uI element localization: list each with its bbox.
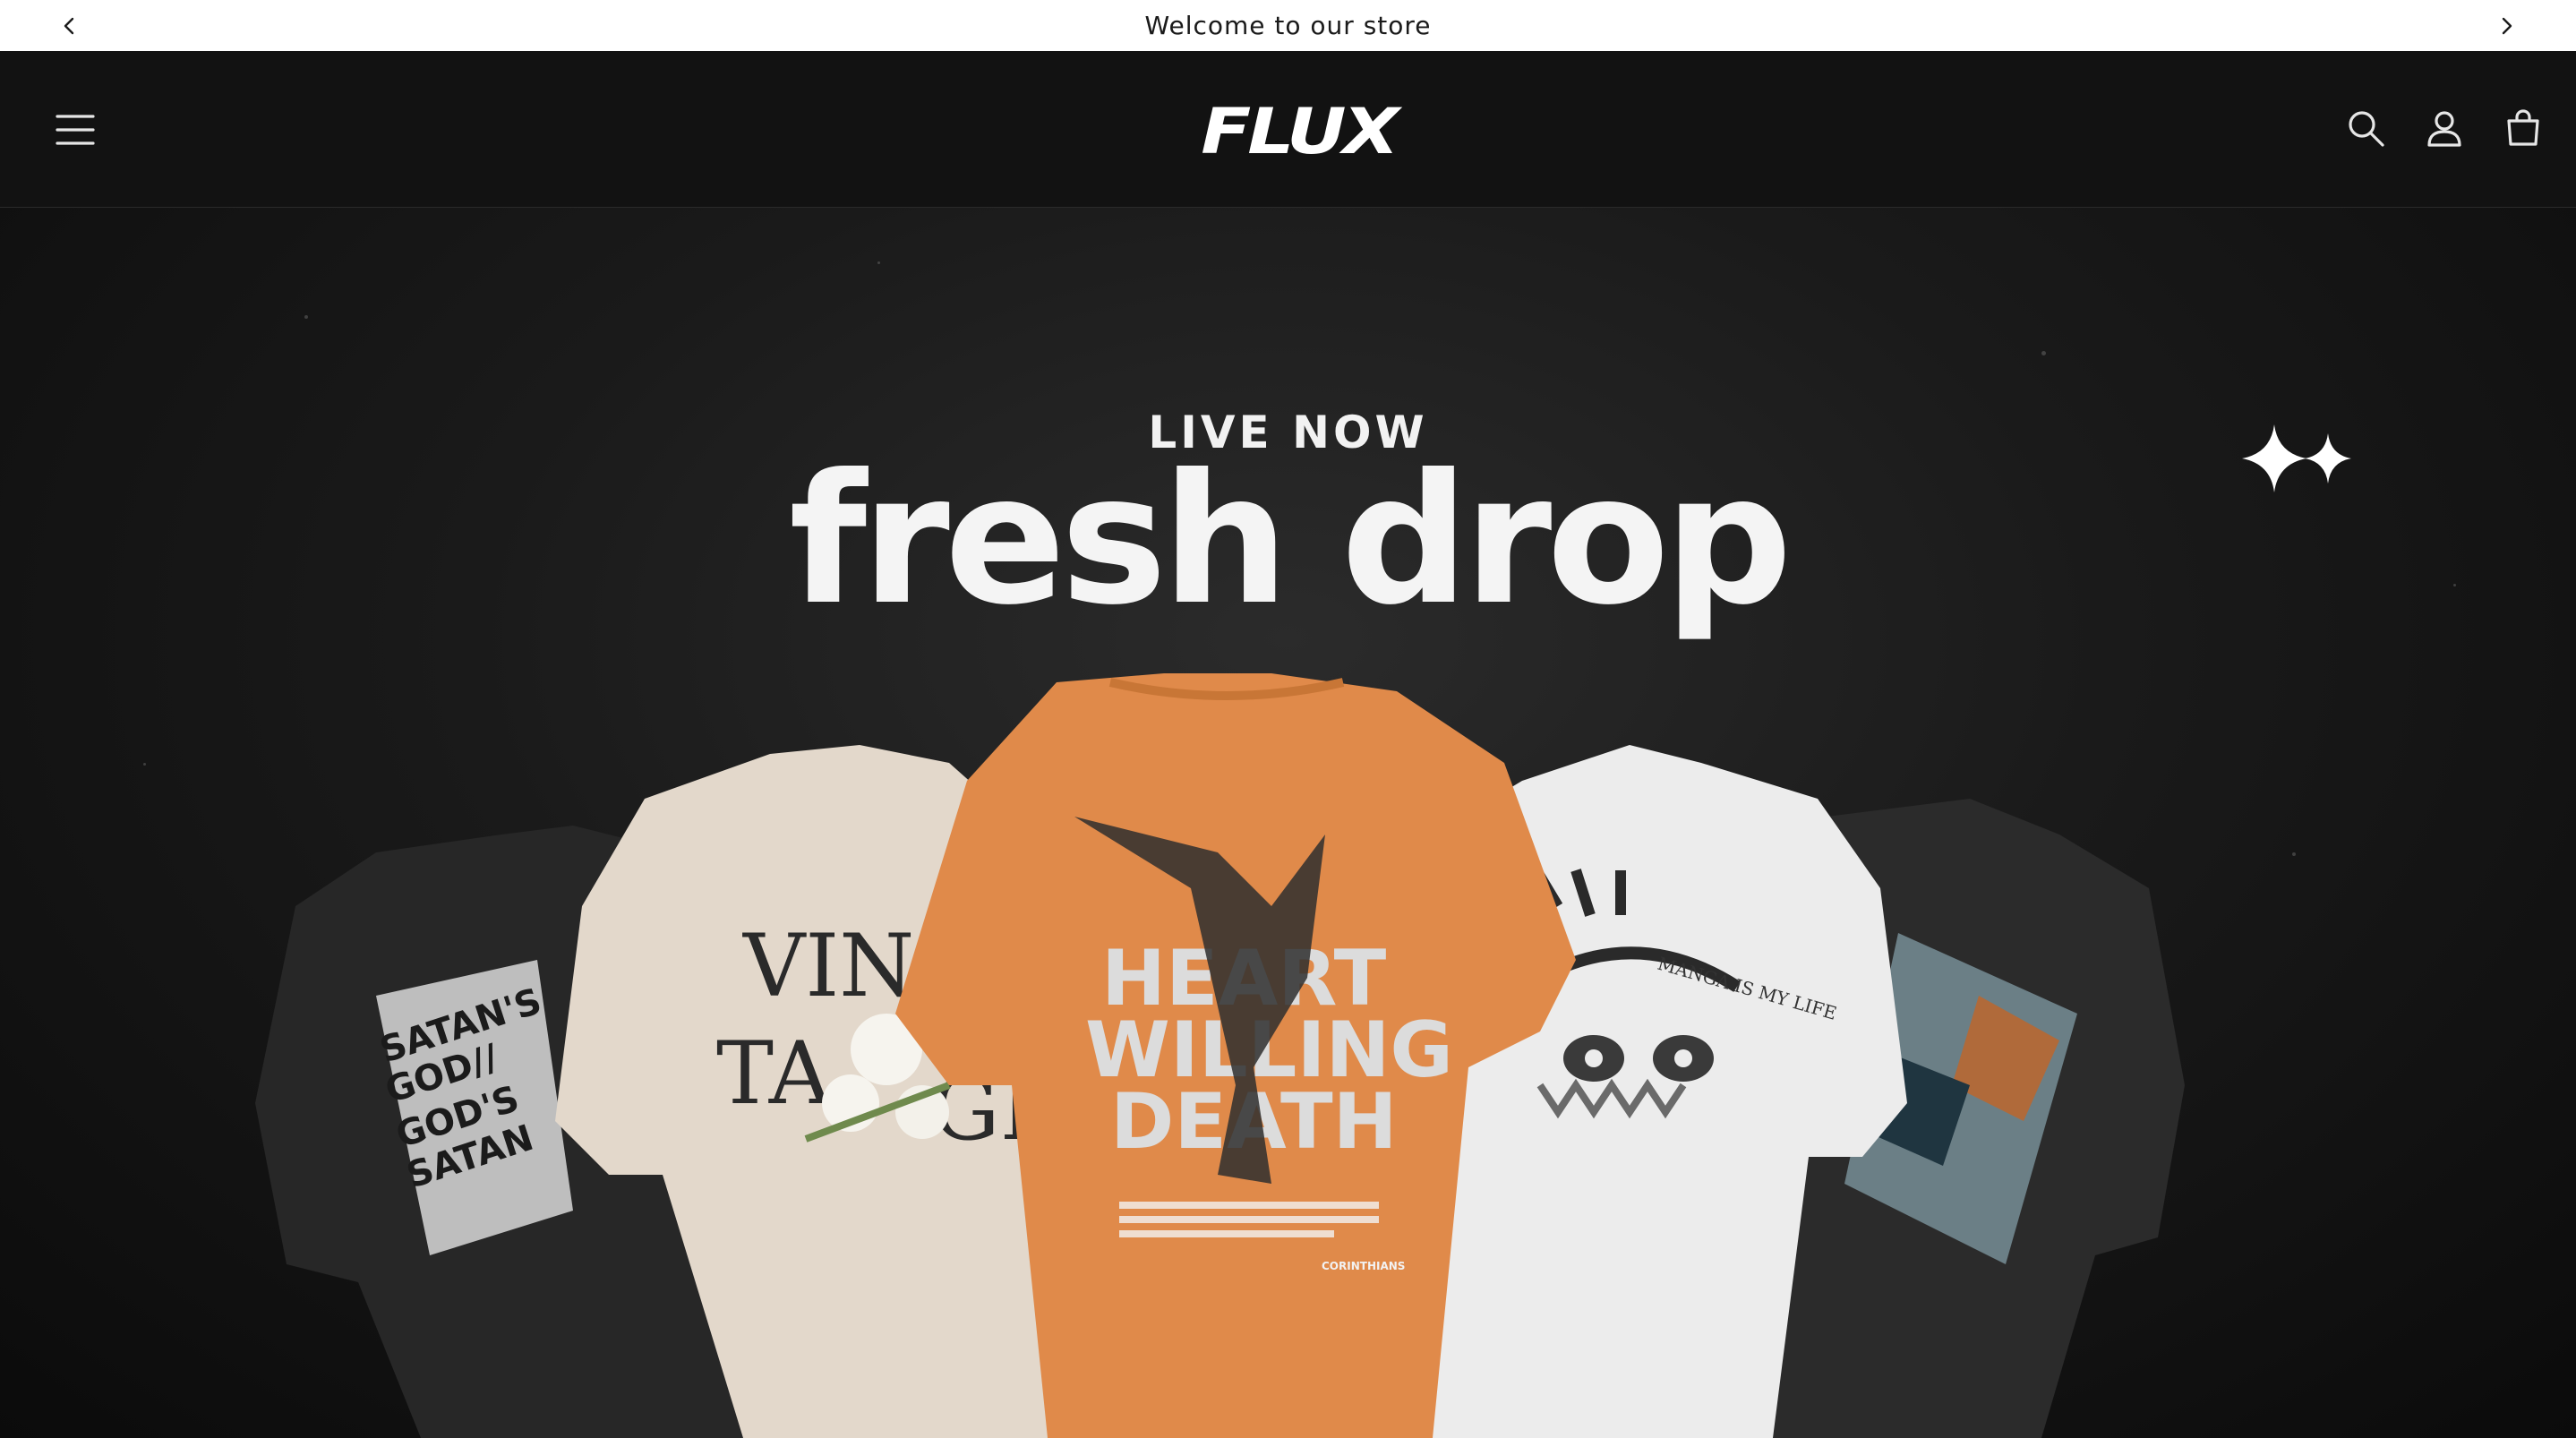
- announcement-bar: Welcome to our store: [0, 0, 2576, 51]
- chevron-left-icon: [64, 17, 74, 34]
- account-icon: [2427, 111, 2461, 147]
- announcement-text: Welcome to our store: [1144, 11, 1432, 40]
- cream-shirt-print-1: VIN: [742, 916, 914, 1016]
- menu-button[interactable]: [47, 101, 104, 158]
- search-icon: [2349, 111, 2384, 147]
- announcement-next-button[interactable]: [2479, 0, 2533, 51]
- announcement-prev-button[interactable]: [43, 0, 97, 51]
- cart-icon: [2507, 109, 2539, 146]
- chevron-right-icon: [2502, 17, 2512, 34]
- cream-shirt-print-2: TA: [716, 1023, 833, 1124]
- account-button[interactable]: [2416, 99, 2473, 157]
- shirts-illustration: SATAN'S GOD// GOD'S SATAN VIN TA GE MANG…: [255, 673, 2185, 1438]
- hamburger-menu-icon: [56, 115, 95, 145]
- logo-text: FLUX: [1201, 95, 1399, 168]
- search-button[interactable]: [2337, 99, 2394, 157]
- orange-shirt-footer: CORINTHIANS: [1322, 1260, 1405, 1272]
- store-logo[interactable]: FLUX: [1189, 95, 1408, 168]
- hero-banner[interactable]: LIVE NOW fresh drop SATAN'S GOD// GOD'S …: [0, 208, 2576, 1438]
- site-header: FLUX: [0, 51, 2576, 208]
- cart-button[interactable]: [2495, 99, 2552, 157]
